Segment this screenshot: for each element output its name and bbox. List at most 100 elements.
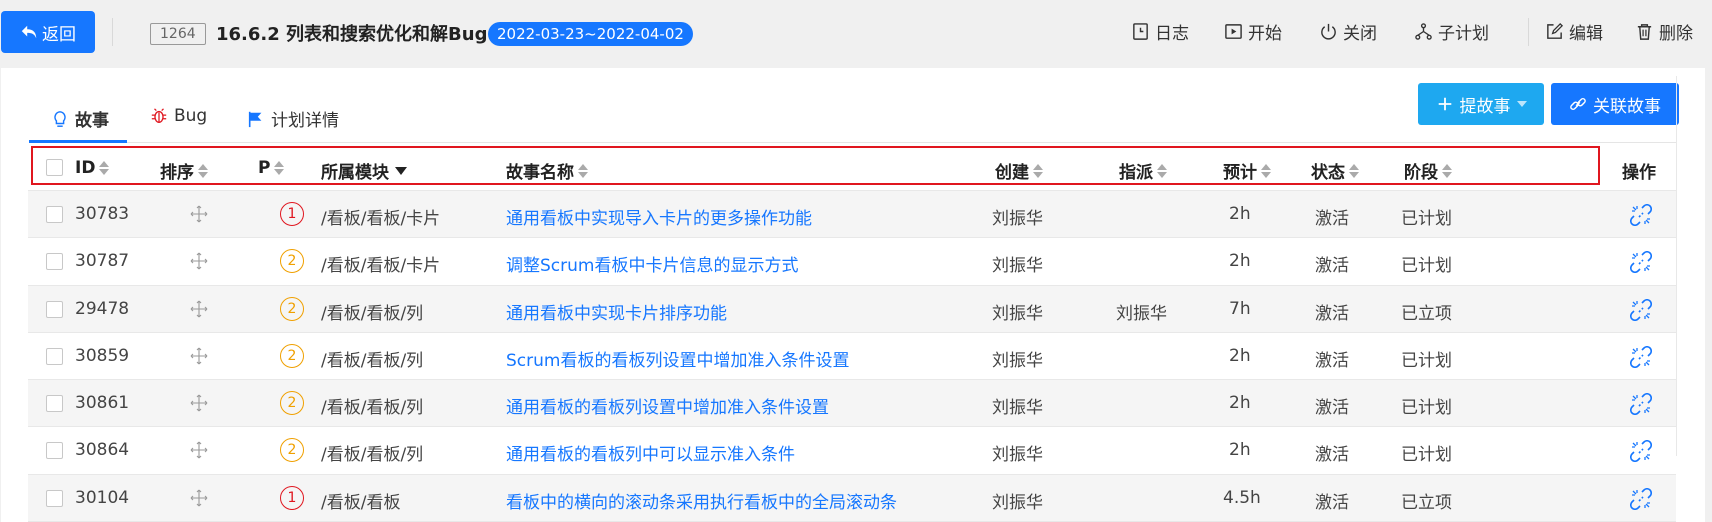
edit-icon bbox=[1547, 22, 1564, 39]
sort-icon bbox=[99, 161, 110, 175]
back-arrow-icon bbox=[21, 25, 37, 39]
drag-handle-icon[interactable] bbox=[190, 300, 208, 318]
link-story-button[interactable]: 关联故事 bbox=[1551, 83, 1679, 125]
cell-id: 30787 bbox=[75, 251, 130, 272]
column-order-label: 排序 bbox=[160, 163, 194, 183]
column-header-creator[interactable]: 创建 bbox=[995, 158, 1043, 183]
story-name-link[interactable]: 通用看板的看板列中可以显示准入条件 bbox=[506, 440, 795, 465]
start-label: 开始 bbox=[1248, 24, 1282, 44]
cell-module: /看板/看板/列 bbox=[321, 445, 424, 466]
close-label: 关闭 bbox=[1343, 24, 1377, 44]
cell-status: 激活 bbox=[1315, 209, 1349, 229]
unlink-icon[interactable] bbox=[1630, 440, 1652, 463]
cell-stage: 已计划 bbox=[1401, 350, 1452, 371]
column-header-module[interactable]: 所属模块 bbox=[321, 158, 407, 183]
drag-handle-icon[interactable] bbox=[190, 394, 208, 412]
cell-status: 激活 bbox=[1315, 445, 1349, 466]
drag-handle-icon[interactable] bbox=[190, 205, 208, 223]
sort-icon bbox=[1442, 163, 1452, 178]
unlink-icon[interactable] bbox=[1630, 298, 1652, 321]
column-name-label: 故事名称 bbox=[506, 163, 574, 183]
column-header-name[interactable]: 故事名称 bbox=[506, 158, 588, 183]
cell-id: 29478 bbox=[75, 298, 130, 319]
sort-icon bbox=[1033, 163, 1043, 178]
table-right-border bbox=[1676, 76, 1677, 456]
table-row: 30859 2 /看板/看板/列 Scrum看板的看板列设置中增加准入条件设置 … bbox=[28, 332, 1676, 381]
column-header-id[interactable]: ID bbox=[75, 158, 110, 178]
story-name-link[interactable]: 看板中的横向的滚动条采用执行看板中的全局滚动条 bbox=[506, 488, 897, 513]
row-checkbox[interactable] bbox=[46, 442, 63, 460]
unlink-icon[interactable] bbox=[1630, 487, 1652, 510]
cell-stage: 已计划 bbox=[1401, 445, 1452, 466]
lightbulb-icon bbox=[54, 110, 66, 127]
column-header-priority[interactable]: P bbox=[258, 158, 285, 178]
cell-module: /看板/看板/列 bbox=[321, 350, 424, 371]
column-header-estimate[interactable]: 预计 bbox=[1223, 158, 1271, 183]
story-name-link[interactable]: 通用看板中实现卡片排序功能 bbox=[506, 299, 727, 324]
column-priority-label: P bbox=[258, 158, 271, 178]
table-row: 30861 2 /看板/看板/列 通用看板的看板列设置中增加准入条件设置 刘振华… bbox=[28, 380, 1676, 428]
bug-icon bbox=[151, 108, 167, 123]
power-icon bbox=[1321, 23, 1336, 40]
unlink-icon[interactable] bbox=[1630, 393, 1652, 416]
unlink-icon[interactable] bbox=[1630, 251, 1652, 274]
column-header-assignee[interactable]: 指派 bbox=[1119, 158, 1167, 183]
story-name-link[interactable]: Scrum看板的看板列设置中增加准入条件设置 bbox=[506, 346, 849, 371]
column-header-order[interactable]: 排序 bbox=[160, 158, 208, 183]
row-checkbox[interactable] bbox=[46, 489, 63, 507]
edit-button[interactable]: 编辑 bbox=[1545, 19, 1603, 44]
drag-handle-icon[interactable] bbox=[190, 347, 208, 365]
column-stage-label: 阶段 bbox=[1404, 163, 1438, 183]
story-name-link[interactable]: 调整Scrum看板中卡片信息的显示方式 bbox=[506, 251, 798, 276]
drag-handle-icon[interactable] bbox=[190, 441, 208, 459]
caret-down-icon bbox=[1516, 101, 1527, 107]
column-header-status[interactable]: 状态 bbox=[1311, 158, 1359, 183]
cell-creator: 刘振华 bbox=[992, 303, 1043, 324]
cell-estimate: 2h bbox=[1229, 440, 1251, 461]
sort-icon bbox=[578, 163, 588, 178]
table-row: 30783 1 /看板/看板/卡片 通用看板中实现导入卡片的更多操作功能 刘振华… bbox=[28, 191, 1676, 239]
column-header-actions: 操作 bbox=[1622, 158, 1656, 183]
delete-button[interactable]: 删除 bbox=[1635, 19, 1693, 44]
drag-handle-icon[interactable] bbox=[190, 489, 208, 507]
subplan-button[interactable]: 子计划 bbox=[1414, 19, 1489, 44]
tab-plan-detail[interactable]: 计划详情 bbox=[247, 106, 339, 131]
start-button[interactable]: 开始 bbox=[1224, 19, 1282, 44]
close-button[interactable]: 关闭 bbox=[1319, 19, 1377, 44]
cell-module: /看板/看板/列 bbox=[321, 303, 424, 324]
row-checkbox[interactable] bbox=[46, 300, 63, 318]
add-story-button[interactable]: 提故事 bbox=[1418, 83, 1544, 125]
log-button[interactable]: 日志 bbox=[1131, 19, 1189, 44]
cell-estimate: 2h bbox=[1229, 345, 1251, 366]
unlink-icon[interactable] bbox=[1630, 345, 1652, 368]
cell-creator: 刘振华 bbox=[992, 492, 1043, 513]
unlink-icon[interactable] bbox=[1630, 204, 1652, 226]
row-checkbox[interactable] bbox=[46, 395, 63, 413]
column-module-label: 所属模块 bbox=[321, 163, 389, 183]
tab-bug[interactable]: Bug bbox=[150, 106, 207, 126]
table-row: 30864 2 /看板/看板/列 通用看板的看板列中可以显示准入条件 刘振华 2… bbox=[28, 427, 1676, 475]
select-all-checkbox[interactable] bbox=[46, 159, 63, 176]
priority-badge: 2 bbox=[280, 343, 304, 368]
cell-module: /看板/看板/卡片 bbox=[321, 209, 441, 229]
cell-creator: 刘振华 bbox=[992, 445, 1043, 466]
column-header-stage[interactable]: 阶段 bbox=[1404, 158, 1452, 183]
cell-estimate: 7h bbox=[1229, 298, 1251, 319]
tab-story[interactable]: 故事 bbox=[51, 106, 109, 131]
story-name-link[interactable]: 通用看板中实现导入卡片的更多操作功能 bbox=[506, 204, 812, 229]
cell-module: /看板/看板/卡片 bbox=[321, 256, 441, 277]
row-checkbox[interactable] bbox=[46, 206, 63, 223]
cell-estimate: 2h bbox=[1229, 251, 1251, 272]
cell-id: 30783 bbox=[75, 204, 130, 224]
story-name-link[interactable]: 通用看板的看板列设置中增加准入条件设置 bbox=[506, 393, 829, 418]
back-button[interactable]: 返回 bbox=[1, 11, 95, 53]
row-checkbox[interactable] bbox=[46, 253, 63, 271]
row-checkbox[interactable] bbox=[46, 347, 63, 365]
table-row: 30104 1 /看板/看板 看板中的横向的滚动条采用执行看板中的全局滚动条 刘… bbox=[28, 474, 1676, 522]
table-body: 30783 1 /看板/看板/卡片 通用看板中实现导入卡片的更多操作功能 刘振华… bbox=[28, 191, 1676, 522]
cell-status: 激活 bbox=[1315, 398, 1349, 419]
drag-handle-icon[interactable] bbox=[190, 252, 208, 270]
sort-icon bbox=[1261, 163, 1271, 178]
tab-bug-label: Bug bbox=[174, 106, 208, 126]
edit-label: 编辑 bbox=[1569, 24, 1603, 44]
